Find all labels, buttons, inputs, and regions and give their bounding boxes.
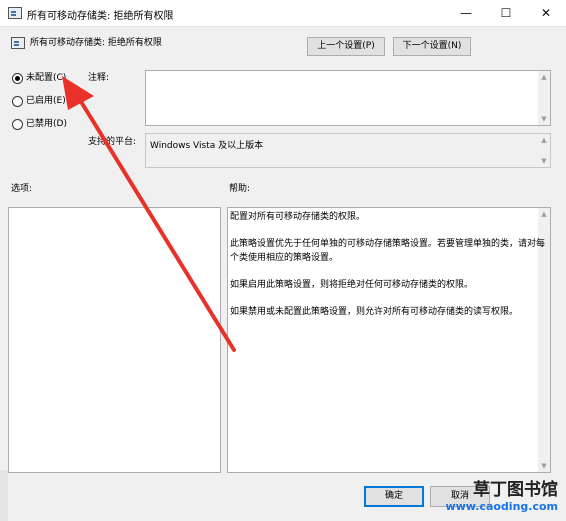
minimize-button[interactable]: — [446,0,486,26]
platform-value: Windows Vista 及以上版本 [150,141,264,151]
radio-not-configured[interactable]: 未配置(C) [12,72,66,86]
watermark-title: 草丁图书馆 [473,480,558,500]
scroll-up-arrow-icon[interactable]: ▲ [538,71,550,83]
options-panel [8,207,221,473]
radio-label: 未配置(C) [26,73,67,83]
comment-label: 注释: [88,73,110,83]
scroll-up-arrow-icon[interactable]: ▲ [538,134,550,146]
ok-button[interactable]: 确定 [364,486,424,507]
scroll-down-arrow-icon[interactable]: ▼ [538,460,550,472]
radio-disabled[interactable]: 已禁用(D) [12,118,67,132]
help-paragraph: 如果禁用或未配置此策略设置，则允许对所有可移动存储类的读写权限。 [230,307,519,317]
radio-button-icon[interactable] [12,95,23,107]
help-text: 配置对所有可移动存储类的权限。 此策略设置优先于任何单独的可移动存储策略设置。若… [230,210,546,332]
title-bar: 所有可移动存储类: 拒绝所有权限 — ☐ ✕ [0,0,566,27]
radio-enabled[interactable]: 已启用(E) [12,95,66,109]
help-paragraph: 此策略设置优先于任何单独的可移动存储策略设置。若要管理单独的类，请对每个类使用相… [230,239,546,263]
background-window-edge [0,470,8,521]
close-button[interactable]: ✕ [526,0,566,26]
platform-field: Windows Vista 及以上版本 ▲ ▼ [145,133,551,168]
radio-label: 已禁用(D) [26,119,67,129]
policy-name: 所有可移动存储类: 拒绝所有权限 [30,38,162,48]
scroll-down-arrow-icon[interactable]: ▼ [538,113,550,125]
platform-scrollbar[interactable]: ▲ ▼ [538,134,550,167]
help-paragraph: 如果启用此策略设置，则将拒绝对任何可移动存储类的权限。 [230,280,474,290]
watermark-url: www.caoding.com [445,500,558,513]
radio-button-checked-icon[interactable] [12,72,23,84]
policy-setting-icon [11,37,25,49]
window-title: 所有可移动存储类: 拒绝所有权限 [27,11,174,22]
comment-field[interactable]: ▲ ▼ [145,70,551,126]
policy-app-icon [8,7,22,19]
options-label: 选项: [11,184,33,194]
prev-setting-button[interactable]: 上一个设置(P) [307,37,385,56]
radio-button-icon[interactable] [12,118,23,130]
next-setting-button[interactable]: 下一个设置(N) [393,37,471,56]
scroll-down-arrow-icon[interactable]: ▼ [538,155,550,167]
radio-label: 已启用(E) [26,96,66,106]
help-label: 帮助: [229,184,251,194]
help-paragraph: 配置对所有可移动存储类的权限。 [230,212,366,222]
platform-label: 支持的平台: [88,137,137,147]
maximize-button[interactable]: ☐ [486,0,526,26]
comment-scrollbar[interactable]: ▲ ▼ [538,71,550,125]
